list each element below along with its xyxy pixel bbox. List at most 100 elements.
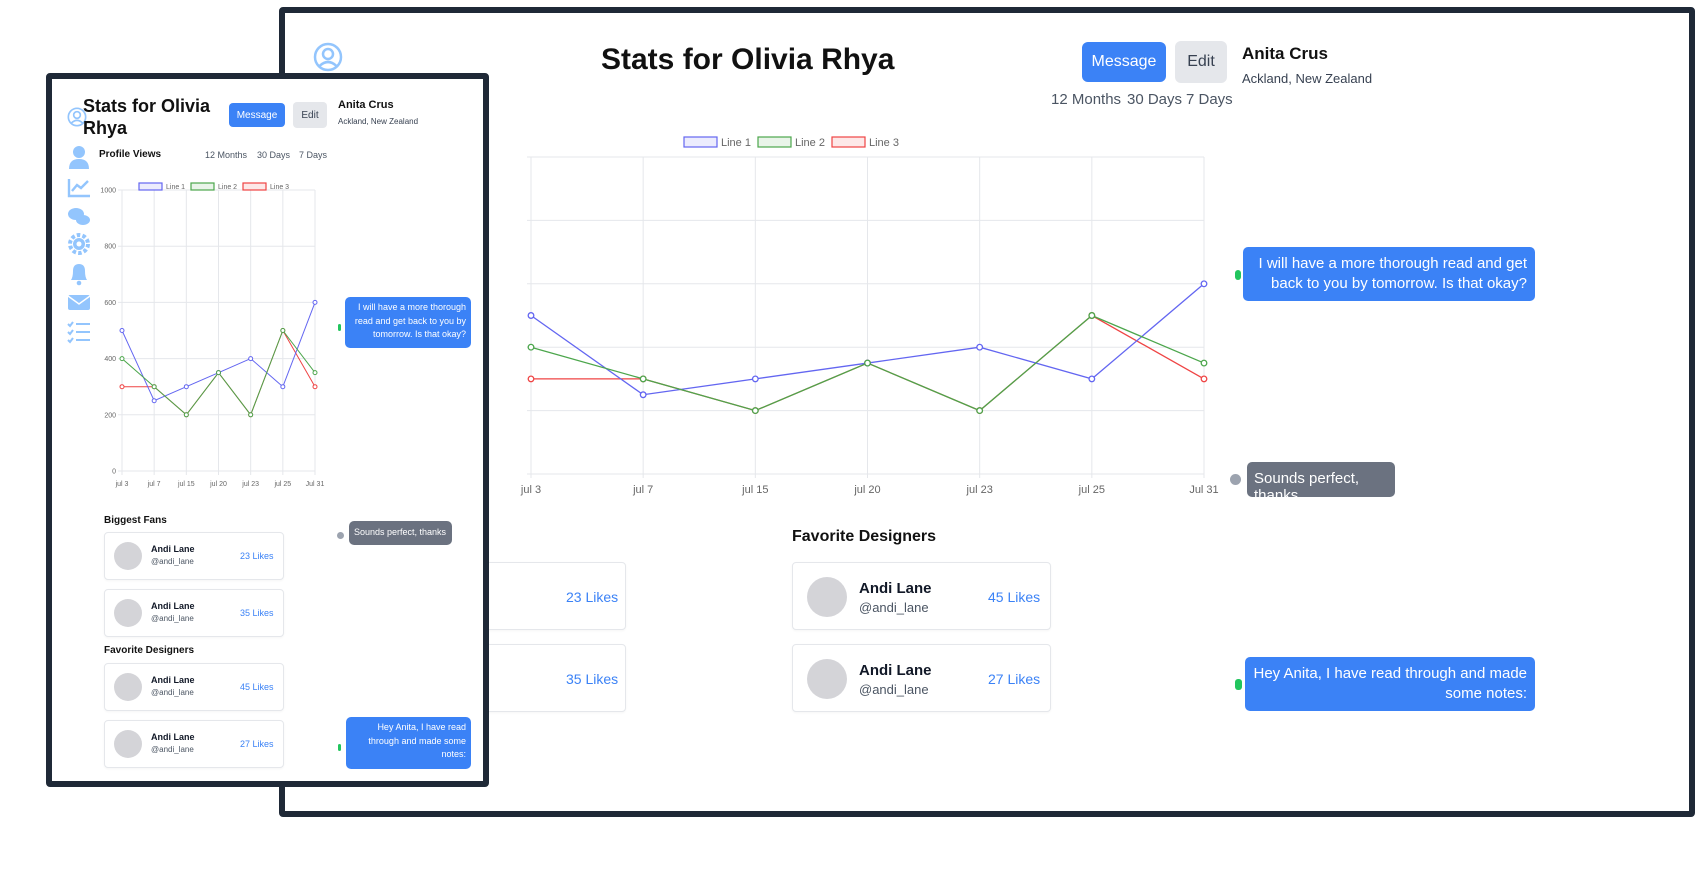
designer-card[interactable]: Andi Lane @andi_lane 27 Likes	[792, 644, 1051, 712]
online-indicator	[1235, 679, 1242, 690]
designer-name: Andi Lane	[859, 580, 932, 597]
designer-name: Andi Lane	[859, 662, 932, 679]
data-point	[151, 384, 157, 390]
designer-card[interactable]: Andi Lane @andi_lane 45 Likes	[792, 562, 1051, 630]
data-point	[976, 343, 984, 351]
legend-swatch	[683, 136, 718, 148]
y-tick-label: 200	[104, 412, 116, 419]
x-tick-label: Jul 31	[306, 481, 325, 488]
data-point	[976, 407, 984, 415]
designer-name: Andi Lane	[151, 732, 195, 742]
designer-card[interactable]: Andi Lane @andi_lane 45 Likes	[104, 663, 284, 711]
likes-count: 45 Likes	[240, 682, 274, 692]
likes-count: 23 Likes	[240, 551, 274, 561]
message-bubble: I will have a more thorough read and get…	[345, 297, 471, 348]
avatar	[114, 730, 142, 758]
data-point	[527, 312, 535, 319]
avatar	[114, 542, 142, 570]
desktop-view-frame: Stats for Olivia Rhya Message Edit Anita…	[279, 7, 1695, 817]
data-point	[527, 343, 535, 351]
favorite-designers-title: Favorite Designers	[104, 645, 195, 656]
data-point	[1200, 375, 1208, 383]
designer-handle: @andi_lane	[859, 682, 929, 697]
y-tick-label: 600	[104, 300, 116, 307]
designer-handle: @andi_lane	[859, 600, 929, 615]
fan-name: Andi Lane	[151, 544, 195, 554]
legend-swatch	[138, 182, 163, 191]
data-point	[527, 375, 535, 383]
data-point	[151, 398, 157, 404]
data-point	[312, 370, 318, 376]
legend-swatch	[242, 182, 267, 191]
likes-count: 45 Likes	[988, 589, 1041, 605]
data-point	[248, 356, 254, 362]
x-tick-label: Jul 31	[1189, 484, 1218, 496]
y-tick-label: 0	[112, 469, 116, 476]
avatar	[807, 659, 847, 699]
biggest-fans-title: Biggest Fans	[104, 515, 167, 526]
fan-card[interactable]: Andi Lane @andi_lane 23 Likes	[104, 532, 284, 580]
data-point	[312, 299, 318, 305]
status-dot	[1230, 474, 1241, 485]
legend-label: Line 3	[869, 137, 899, 149]
legend-swatch	[757, 136, 792, 148]
data-point	[1088, 312, 1096, 319]
fan-name: Andi Lane	[151, 601, 195, 611]
x-tick-label: jul 25	[273, 481, 291, 488]
fan-handle: @andi_lane	[151, 614, 194, 623]
fan-handle: @andi_lane	[151, 557, 194, 566]
mobile-view-frame: Stats for Olivia Rhya Message Edit Anita…	[46, 73, 489, 787]
y-tick-label: 400	[104, 356, 116, 363]
message-bubble: I will have a more thorough read and get…	[1243, 247, 1535, 301]
x-tick-label: jul 15	[177, 481, 195, 488]
data-point	[119, 328, 125, 333]
message-bubble: Hey Anita, I have read through and made …	[346, 717, 471, 769]
data-point	[119, 356, 125, 362]
data-point	[248, 412, 254, 418]
legend-label: Line 1	[721, 137, 751, 149]
x-tick-label: jul 25	[1078, 484, 1105, 496]
y-tick-label: 1000	[100, 188, 116, 195]
favorite-designers-title: Favorite Designers	[792, 528, 937, 545]
data-point	[280, 328, 286, 333]
data-point	[751, 407, 759, 415]
x-tick-label: jul 23	[966, 484, 993, 496]
data-point	[280, 384, 286, 390]
data-point	[639, 375, 647, 383]
x-tick-label: jul 7	[632, 484, 653, 496]
likes-count: 35 Likes	[240, 608, 274, 618]
data-point	[183, 384, 189, 390]
data-point	[1088, 375, 1096, 383]
designer-handle: @andi_lane	[151, 688, 194, 697]
online-indicator	[1235, 270, 1241, 280]
likes-count: 35 Likes	[566, 671, 619, 687]
message-bubble: Sounds perfect, thanks	[349, 521, 452, 545]
profile-views-chart: 0 200 400 600 800 1000 jul 3 jul 7 jul 15 jul 20 j…	[100, 182, 325, 488]
avatar	[114, 599, 142, 627]
fan-card[interactable]: Andi Lane @andi_lane 35 Likes	[104, 589, 284, 637]
data-point	[639, 391, 647, 399]
data-point	[216, 370, 221, 376]
designer-handle: @andi_lane	[151, 745, 194, 754]
online-indicator	[338, 744, 341, 751]
designer-name: Andi Lane	[151, 675, 195, 685]
legend-label: Line 1	[166, 184, 185, 191]
avatar	[114, 673, 142, 701]
designer-card[interactable]: Andi Lane @andi_lane 27 Likes	[104, 720, 284, 768]
data-point	[864, 359, 871, 367]
x-tick-label: jul 20	[209, 481, 227, 488]
data-point	[1200, 280, 1208, 288]
y-tick-label: 800	[104, 244, 116, 251]
x-tick-label: jul 3	[115, 481, 129, 488]
status-dot	[337, 532, 344, 539]
data-point	[183, 412, 189, 418]
x-tick-label: jul 7	[147, 481, 161, 488]
likes-count: 27 Likes	[988, 671, 1041, 687]
x-tick-label: jul 23	[241, 481, 259, 488]
online-indicator	[338, 324, 341, 331]
x-tick-label: jul 20	[853, 484, 880, 496]
x-tick-label: jul 15	[741, 484, 768, 496]
legend-label: Line 2	[795, 137, 825, 149]
message-bubble: Sounds perfect, thanks	[1247, 462, 1395, 504]
legend-label: Line 3	[270, 184, 289, 191]
